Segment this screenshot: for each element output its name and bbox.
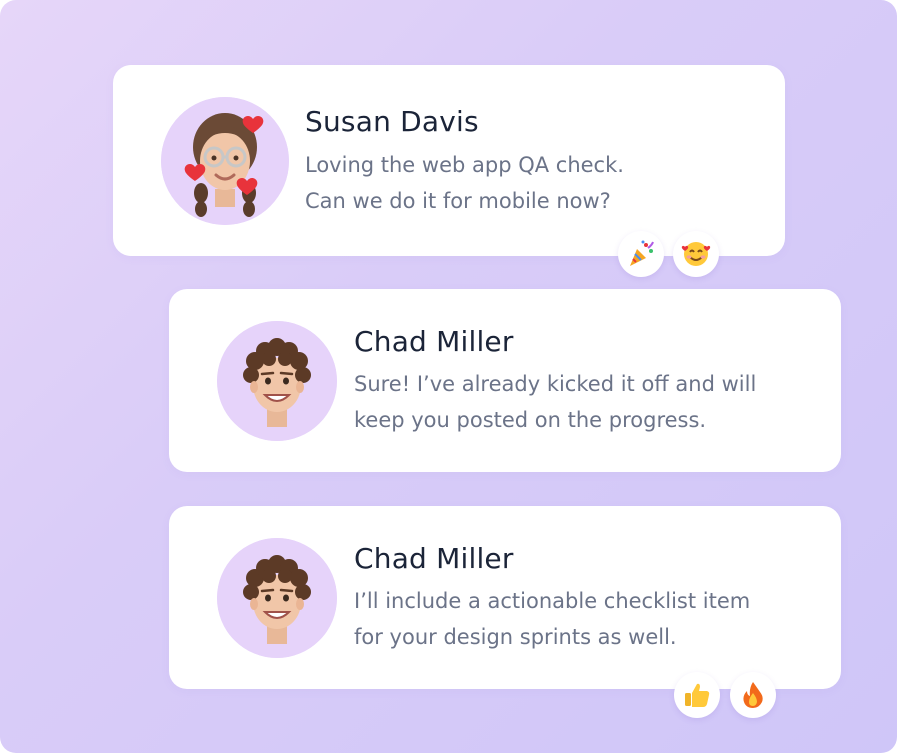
sender-name: Chad Miller: [354, 542, 514, 575]
message-text: I’ll include a actionable checklist item…: [354, 583, 750, 655]
sender-name: Chad Miller: [354, 325, 514, 358]
avatar: [217, 321, 337, 441]
reaction-smiling-hearts[interactable]: [673, 231, 719, 277]
message-line: Sure! I’ve already kicked it off and wil…: [354, 372, 757, 396]
message-line: Can we do it for mobile now?: [305, 189, 611, 213]
reaction-fire[interactable]: [730, 672, 776, 718]
message-card[interactable]: Chad Miller Sure! I’ve already kicked it…: [169, 289, 841, 472]
message-line: keep you posted on the progress.: [354, 408, 707, 432]
message-card[interactable]: Chad Miller I’ll include a actionable ch…: [169, 506, 841, 689]
reaction-thumbs-up[interactable]: [674, 672, 720, 718]
message-text: Loving the web app QA check. Can we do i…: [305, 147, 624, 219]
fire-icon: [743, 682, 763, 708]
avatar: [217, 538, 337, 658]
chat-canvas: Susan Davis Loving the web app QA check.…: [0, 0, 897, 753]
message-line: Loving the web app QA check.: [305, 153, 624, 177]
memoji-avatar-icon: [161, 97, 289, 225]
smiling-face-with-hearts-icon: [681, 242, 711, 266]
message-line: for your design sprints as well.: [354, 625, 677, 649]
sender-name: Susan Davis: [305, 105, 479, 138]
reaction-party-popper[interactable]: [618, 231, 664, 277]
avatar: [161, 97, 289, 225]
thumbs-up-icon: [685, 683, 710, 707]
message-text: Sure! I’ve already kicked it off and wil…: [354, 366, 756, 438]
message-card[interactable]: Susan Davis Loving the web app QA check.…: [113, 65, 785, 256]
memoji-avatar-icon: [217, 321, 337, 441]
message-line: I’ll include a actionable checklist item: [354, 589, 751, 613]
memoji-avatar-icon: [217, 538, 337, 658]
party-popper-icon: [630, 240, 654, 266]
